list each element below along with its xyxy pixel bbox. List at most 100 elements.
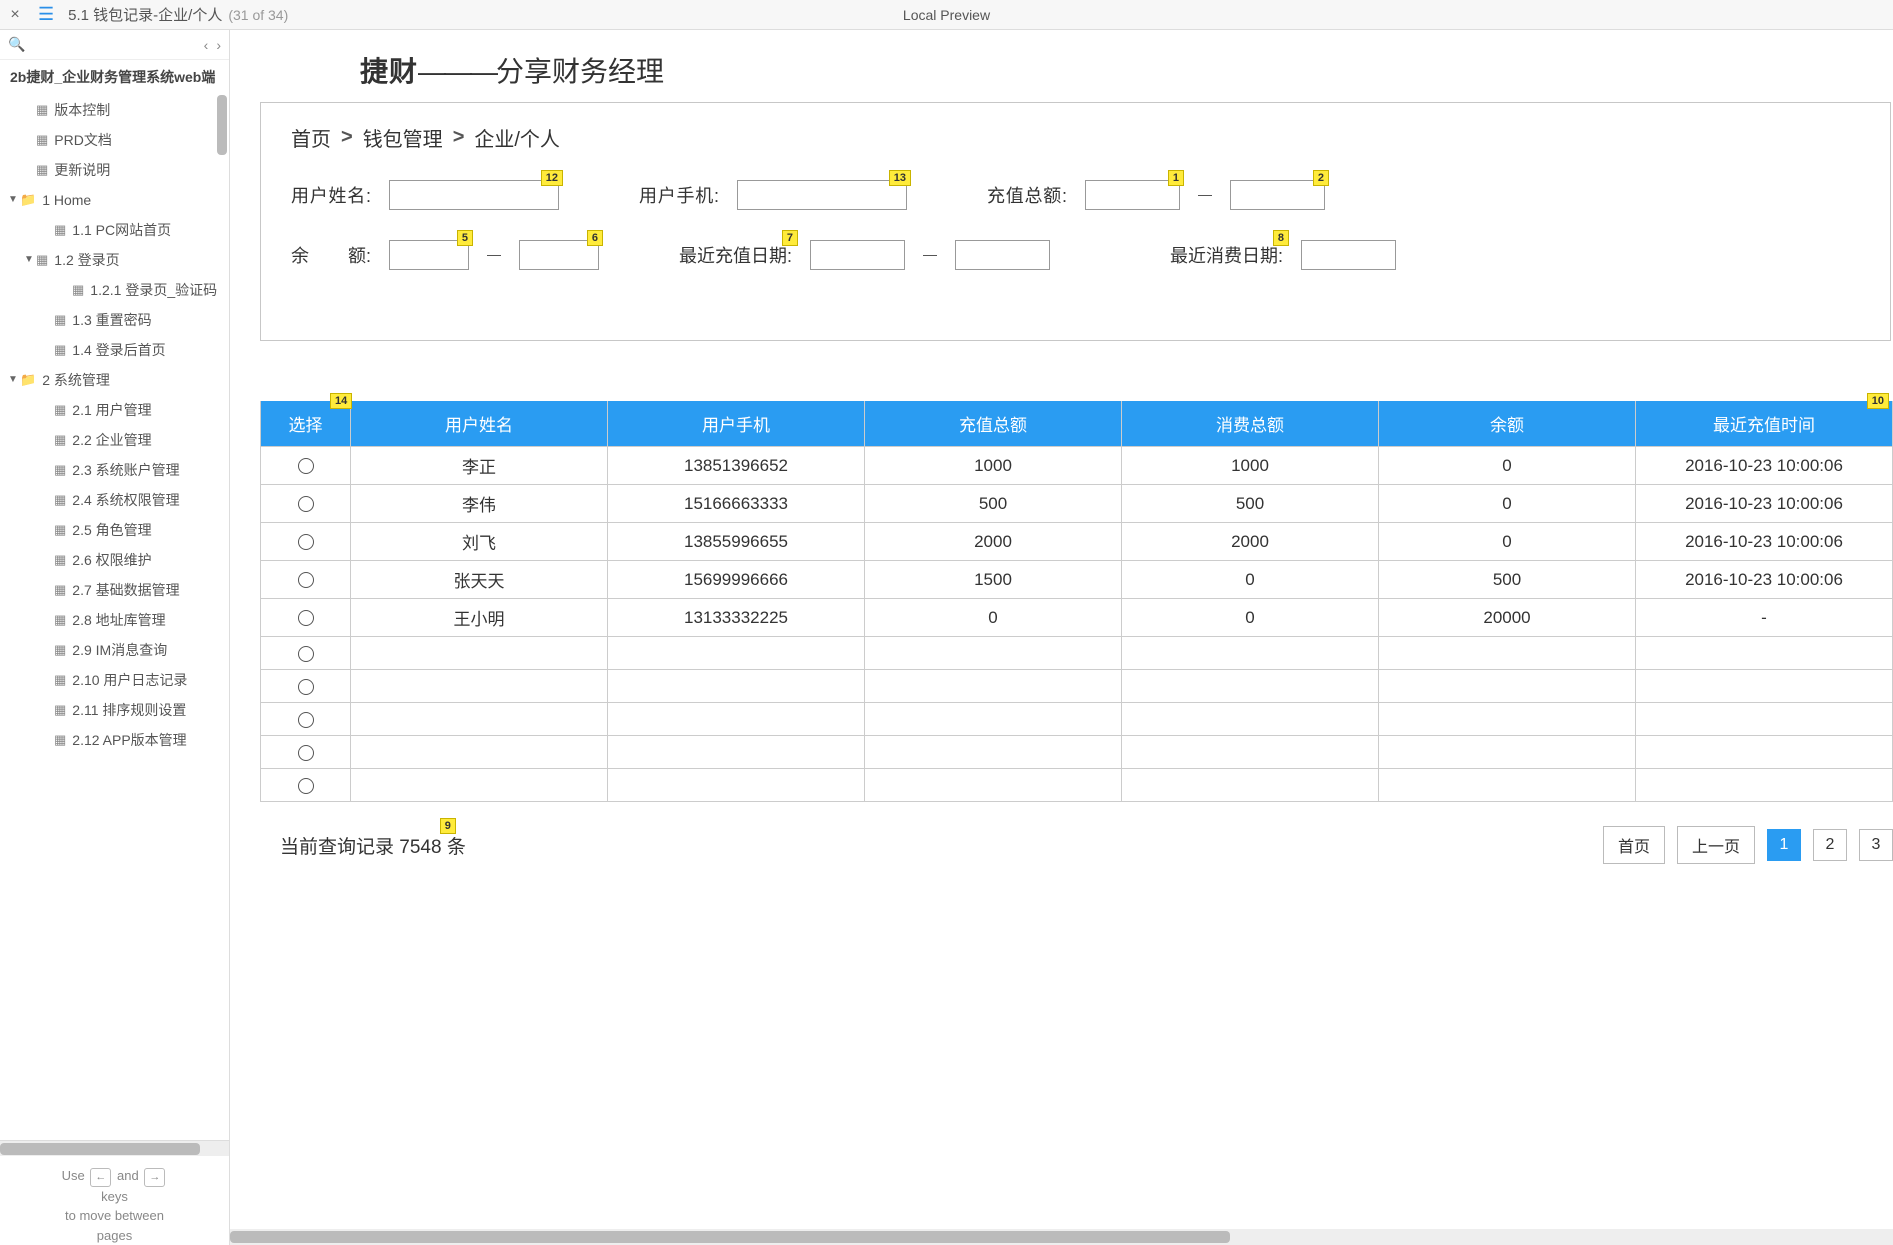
nav-prev-icon[interactable]: ‹ xyxy=(204,37,209,53)
page-icon: ▦ xyxy=(54,609,66,631)
row-radio[interactable] xyxy=(298,610,314,626)
page-3[interactable]: 3 xyxy=(1859,829,1893,861)
tree-item[interactable]: ▦版本控制 xyxy=(0,95,229,125)
table-row: 王小明131333322250020000- xyxy=(261,599,1893,637)
row-radio[interactable] xyxy=(298,745,314,761)
row-radio[interactable] xyxy=(298,458,314,474)
table-wrap: 14 10 选择用户姓名用户手机充值总额消费总额余额最近充值时间 李正13851… xyxy=(260,401,1893,864)
note-8: 8 xyxy=(1273,230,1289,246)
row-radio[interactable] xyxy=(298,712,314,728)
tree-scrollbar[interactable] xyxy=(217,95,227,1136)
page-2[interactable]: 2 xyxy=(1813,829,1847,861)
page-prev[interactable]: 上一页 xyxy=(1677,826,1755,864)
sidebar: 🔍 ‹ › 2b捷财_企业财务管理系统web端 ▦版本控制▦PRD文档▦更新说明… xyxy=(0,30,230,1245)
tree-item-label: PRD文档 xyxy=(54,129,112,151)
page-first[interactable]: 首页 xyxy=(1603,826,1665,864)
range-sep-icon xyxy=(923,255,937,256)
row-radio[interactable] xyxy=(298,534,314,550)
table-cell: 1500 xyxy=(865,561,1122,599)
tree-item-label: 2 系统管理 xyxy=(42,369,110,391)
label-phone: 用户手机: xyxy=(639,182,719,208)
tree-item[interactable]: ▦1.1 PC网站首页 xyxy=(0,215,229,245)
page-icon: ▦ xyxy=(54,579,66,601)
key-left-icon: ← xyxy=(90,1168,111,1187)
pager: 当前查询记录 7548 条 9 首页 上一页 1 2 3 xyxy=(260,826,1893,864)
close-button[interactable]: × xyxy=(0,6,30,24)
input-recharge-date-to[interactable] xyxy=(955,240,1050,270)
main-hscroll[interactable] xyxy=(230,1229,1893,1245)
input-phone[interactable] xyxy=(737,180,907,210)
search-icon[interactable]: 🔍 xyxy=(8,36,25,53)
tree-item[interactable]: ▦ 2.5 角色管理 xyxy=(0,515,229,545)
page-icon: ▦ xyxy=(54,399,66,421)
page-icon: ▦ xyxy=(54,489,66,511)
tree-item[interactable]: ▦1.4 登录后首页 xyxy=(0,335,229,365)
data-table: 选择用户姓名用户手机充值总额消费总额余额最近充值时间 李正13851396652… xyxy=(260,401,1893,802)
table-cell xyxy=(608,769,865,802)
note-10: 10 xyxy=(1867,393,1889,409)
page-1[interactable]: 1 xyxy=(1767,829,1801,861)
tree-item[interactable]: ▼📁2 系统管理 xyxy=(0,365,229,395)
tree-item[interactable]: ▦PRD文档 xyxy=(0,125,229,155)
sidebar-hscroll[interactable] xyxy=(0,1140,229,1156)
tree-item[interactable]: ▦ 2.7 基础数据管理 xyxy=(0,575,229,605)
input-recharge-max[interactable] xyxy=(1230,180,1325,210)
nav-next-icon[interactable]: › xyxy=(216,37,221,53)
page-icon: ▦ xyxy=(36,159,48,181)
page-tree[interactable]: ▦版本控制▦PRD文档▦更新说明▼📁1 Home▦1.1 PC网站首页▼▦1.2… xyxy=(0,91,229,1140)
row-radio[interactable] xyxy=(298,496,314,512)
topbar: × ☰ 5.1 钱包记录-企业/个人 (31 of 34) Local Prev… xyxy=(0,0,1893,30)
tree-item[interactable]: ▦更新说明 xyxy=(0,155,229,185)
tree-item[interactable]: ▦2.10 用户日志记录 xyxy=(0,665,229,695)
tree-item-label: 1.2 登录页 xyxy=(54,249,119,271)
tree-item[interactable]: ▦ 2.2 企业管理 xyxy=(0,425,229,455)
table-cell: 王小明 xyxy=(351,599,608,637)
input-recharge-date-from[interactable] xyxy=(810,240,905,270)
table-header: 最近充值时间 xyxy=(1636,401,1893,447)
table-row: 李伟1516666333350050002016-10-23 10:00:06 xyxy=(261,485,1893,523)
page-icon: ▦ xyxy=(54,429,66,451)
tree-item[interactable]: ▦2.9 IM消息查询 xyxy=(0,635,229,665)
table-cell xyxy=(1379,769,1636,802)
table-cell xyxy=(608,637,865,670)
tree-item[interactable]: ▦2.1 用户管理 xyxy=(0,395,229,425)
input-recharge-min[interactable] xyxy=(1085,180,1180,210)
table-cell: 2000 xyxy=(1122,523,1379,561)
page-icon: ▦ xyxy=(54,639,66,661)
tree-item[interactable]: ▦2.12 APP版本管理 xyxy=(0,725,229,755)
tree-item[interactable]: ▼▦1.2 登录页 xyxy=(0,245,229,275)
tree-item[interactable]: ▦2.11 排序规则设置 xyxy=(0,695,229,725)
table-cell: 0 xyxy=(1122,599,1379,637)
page-icon: ▦ xyxy=(54,519,66,541)
crumb-wallet[interactable]: 钱包管理 xyxy=(363,123,443,152)
note-2: 2 xyxy=(1313,170,1329,186)
tree-item-label: 2.5 角色管理 xyxy=(72,519,151,541)
breadcrumb: 首页 > 钱包管理 > 企业/个人 xyxy=(291,123,1860,152)
crumb-home[interactable]: 首页 xyxy=(291,123,331,152)
table-cell: 0 xyxy=(1379,485,1636,523)
table-cell: 0 xyxy=(865,599,1122,637)
row-radio[interactable] xyxy=(298,679,314,695)
table-cell: 1000 xyxy=(1122,447,1379,485)
tree-item-label: 2.2 企业管理 xyxy=(72,429,151,451)
tree-item[interactable]: ▦1.2.1 登录页_验证码 xyxy=(0,275,229,305)
tree-item-label: 2.7 基础数据管理 xyxy=(72,579,179,601)
tree-item[interactable]: ▦2.6 权限维护 xyxy=(0,545,229,575)
tree-item[interactable]: ▦2.4 系统权限管理 xyxy=(0,485,229,515)
row-radio[interactable] xyxy=(298,572,314,588)
table-cell: 2016-10-23 10:00:06 xyxy=(1636,485,1893,523)
row-radio[interactable] xyxy=(298,646,314,662)
table-cell: 0 xyxy=(1379,447,1636,485)
row-radio[interactable] xyxy=(298,778,314,794)
tree-item[interactable]: ▦2.8 地址库管理 xyxy=(0,605,229,635)
menu-icon[interactable]: ☰ xyxy=(38,4,54,25)
input-username[interactable] xyxy=(389,180,559,210)
table-header: 用户手机 xyxy=(608,401,865,447)
input-consume-date-from[interactable] xyxy=(1301,240,1396,270)
tab-title: 5.1 钱包记录-企业/个人 xyxy=(68,4,222,25)
tree-item[interactable]: ▼📁1 Home xyxy=(0,185,229,215)
table-cell: 15699996666 xyxy=(608,561,865,599)
table-cell: 0 xyxy=(1122,561,1379,599)
tree-item[interactable]: ▦1.3 重置密码 xyxy=(0,305,229,335)
tree-item[interactable]: ▦2.3 系统账户管理 xyxy=(0,455,229,485)
